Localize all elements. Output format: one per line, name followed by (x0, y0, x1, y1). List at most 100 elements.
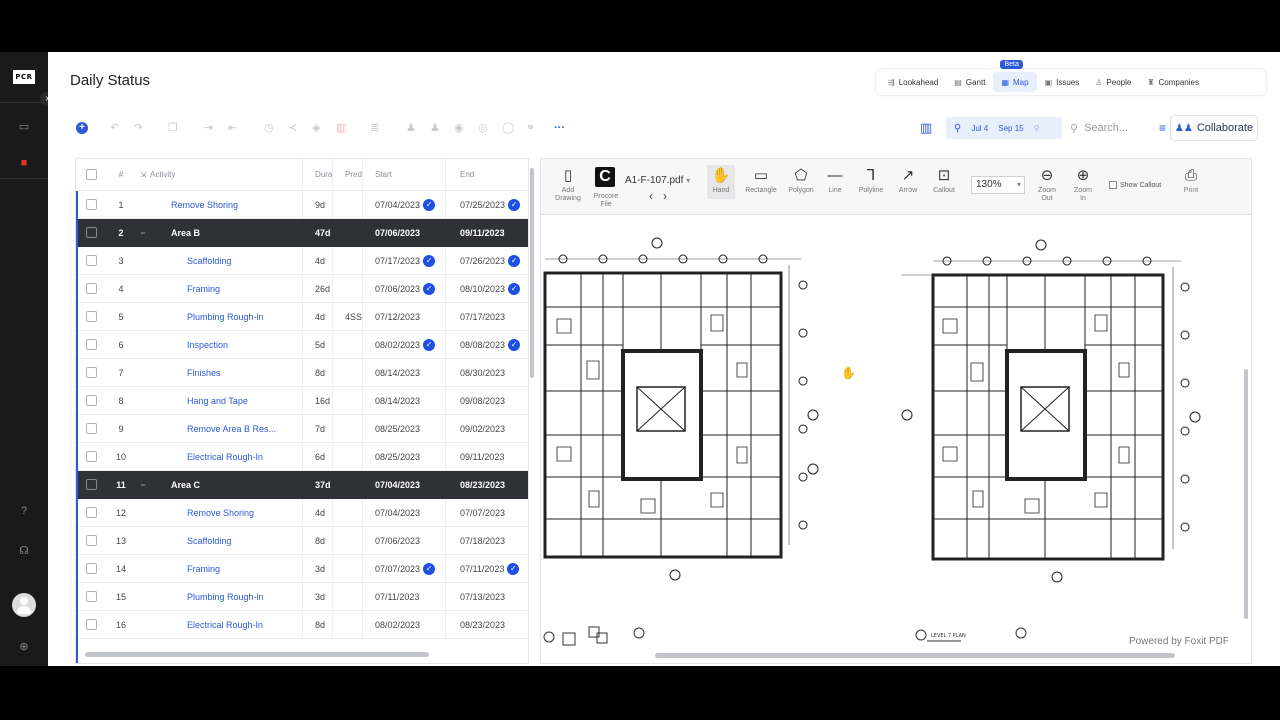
projects-icon[interactable]: ■ (16, 156, 32, 170)
duration-cell[interactable]: 7d (302, 415, 332, 442)
procore-file-button[interactable]: Procore File (589, 193, 623, 209)
start-cell[interactable]: 07/11/2023 (362, 583, 445, 610)
end-cell[interactable]: 09/11/2023 (445, 219, 528, 246)
add-icon[interactable]: + (76, 122, 88, 134)
select-all-checkbox[interactable] (85, 169, 97, 180)
table-row[interactable]: 14 Framing 3d 07/07/2023 ✓ 07/11/2023 ✓ (76, 555, 528, 583)
predecessor-cell[interactable] (332, 387, 362, 414)
table-row[interactable]: 1 Remove Shoring 9d 07/04/2023 ✓ 07/25/2023 ✓ (76, 191, 528, 219)
row-checkbox[interactable] (85, 507, 97, 518)
end-cell[interactable]: 07/07/2023 (445, 499, 528, 526)
predecessor-cell[interactable] (332, 275, 362, 302)
arrow-tool[interactable]: ↗ Arrow (895, 167, 921, 195)
redo-icon[interactable]: ↷ (134, 119, 143, 137)
duration-cell[interactable]: 37d (302, 471, 332, 498)
indent-icon[interactable]: ⇥ (204, 119, 213, 137)
polygon-tool[interactable]: ⬠ Polygon (785, 167, 817, 195)
row-checkbox[interactable] (85, 619, 97, 630)
activity-name[interactable]: Framing (150, 564, 220, 574)
start-cell[interactable]: 08/14/2023 (362, 387, 445, 414)
row-checkbox[interactable] (85, 255, 97, 266)
predecessor-cell[interactable] (332, 471, 362, 498)
end-cell[interactable]: 07/11/2023 ✓ (445, 555, 528, 582)
duration-cell[interactable]: 47d (302, 219, 332, 246)
scroll-thumb[interactable] (655, 653, 1175, 658)
row-checkbox[interactable] (85, 535, 97, 546)
row-checkbox[interactable] (85, 367, 97, 378)
tab-companies[interactable]: ♜ Companies (1139, 72, 1207, 92)
activity-name[interactable]: Remove Shoring (150, 508, 254, 518)
row-checkbox[interactable] (85, 283, 97, 294)
end-cell[interactable]: 07/26/2023 ✓ (445, 247, 528, 274)
show-callout-toggle[interactable]: Show Callout (1109, 181, 1161, 189)
activity-name[interactable]: Remove Shoring (150, 200, 238, 210)
grid-vertical-scrollbar[interactable] (529, 162, 535, 664)
activity-name[interactable]: Scaffolding (150, 256, 231, 266)
activity-name[interactable]: Hang and Tape (150, 396, 248, 406)
file-name-select[interactable]: A1-F-107.pdf ▾ (625, 175, 690, 186)
filter-icon[interactable]: ≡ (1159, 121, 1166, 135)
predecessor-cell[interactable] (332, 247, 362, 274)
end-cell[interactable]: 07/13/2023 (445, 583, 528, 610)
folder-icon[interactable]: ▭ (16, 120, 32, 134)
duration-cell[interactable]: 26d (302, 275, 332, 302)
activity-name[interactable]: Electrical Rough-In (150, 452, 263, 462)
duration-cell[interactable]: 4d (302, 303, 332, 330)
activity-name[interactable]: Framing (150, 284, 220, 294)
col-end[interactable]: End (445, 159, 528, 190)
row-checkbox[interactable] (85, 591, 97, 602)
predecessor-cell[interactable] (332, 499, 362, 526)
globe-icon[interactable]: ⊕ (16, 640, 32, 654)
table-row[interactable]: 5 Plumbing Rough-in 4d 4SS 07/12/2023 07/17/2… (76, 303, 528, 331)
activity-name[interactable]: Plumbing Rough-in (150, 592, 264, 602)
grid-horizontal-scrollbar[interactable] (75, 650, 535, 658)
start-cell[interactable]: 07/07/2023 ✓ (362, 555, 445, 582)
end-cell[interactable]: 08/23/2023 (445, 611, 528, 638)
start-cell[interactable]: 08/02/2023 ✓ (362, 331, 445, 358)
user-avatar-icon[interactable] (12, 593, 36, 617)
start-cell[interactable]: 07/04/2023 (362, 499, 445, 526)
tab-map[interactable]: Beta ▦ Map (993, 60, 1037, 92)
start-cell[interactable]: 07/04/2023 ✓ (362, 191, 445, 218)
predecessor-cell[interactable] (332, 527, 362, 554)
fill-icon[interactable]: ◈ (312, 119, 320, 137)
row-checkbox[interactable] (85, 451, 97, 462)
polyline-tool[interactable]: ⅂ Polyline (855, 167, 887, 195)
end-cell[interactable]: 08/30/2023 (445, 359, 528, 386)
predecessor-cell[interactable] (332, 415, 362, 442)
duration-cell[interactable]: 4d (302, 499, 332, 526)
table-row[interactable]: 4 Framing 26d 07/06/2023 ✓ 08/10/2023 ✓ (76, 275, 528, 303)
copy-icon[interactable]: ❐ (168, 119, 178, 137)
row-checkbox[interactable] (85, 423, 97, 434)
duration-cell[interactable]: 4d (302, 247, 332, 274)
tab-issues[interactable]: ▣ Issues (1037, 72, 1088, 92)
duration-cell[interactable]: 8d (302, 611, 332, 638)
activity-name[interactable]: Electrical Rough-In (150, 620, 263, 630)
duration-cell[interactable]: 16d (302, 387, 332, 414)
zoom-out-button[interactable]: ⊖ Zoom Out (1035, 167, 1059, 203)
table-row[interactable]: 7 Finishes 8d 08/14/2023 08/30/2023 (76, 359, 528, 387)
group-row[interactable]: 2 − Area B 47d 07/06/2023 09/11/2023 (76, 219, 528, 247)
predecessor-cell[interactable]: 4SS (332, 303, 362, 330)
predecessor-cell[interactable] (332, 611, 362, 638)
end-cell[interactable]: 07/18/2023 (445, 527, 528, 554)
duration-cell[interactable]: 3d (302, 555, 332, 582)
activity-name[interactable]: Finishes (150, 368, 221, 378)
add-drawing-button[interactable]: ▯ Add Drawing (551, 167, 585, 203)
start-cell[interactable]: 08/02/2023 (362, 611, 445, 638)
start-cell[interactable]: 07/04/2023 (362, 471, 445, 498)
app-logo[interactable]: PCR (13, 70, 35, 84)
predecessor-cell[interactable] (332, 331, 362, 358)
activity-name[interactable]: Plumbing Rough-in (150, 312, 264, 322)
collapse-all-icon[interactable]: ⇲ (136, 159, 150, 190)
end-cell[interactable]: 09/11/2023 (445, 443, 528, 470)
row-checkbox[interactable] (85, 311, 97, 322)
end-cell[interactable]: 07/17/2023 (445, 303, 528, 330)
scroll-thumb[interactable] (1244, 369, 1248, 619)
help-icon[interactable]: ? (16, 504, 32, 518)
print-button[interactable]: ⎙ Print (1179, 167, 1203, 195)
end-cell[interactable]: 07/25/2023 ✓ (445, 191, 528, 218)
predecessor-cell[interactable] (332, 191, 362, 218)
start-cell[interactable]: 07/12/2023 (362, 303, 445, 330)
drawing-sheet[interactable]: LEVEL 7 PLAN ✋ (541, 215, 1247, 653)
